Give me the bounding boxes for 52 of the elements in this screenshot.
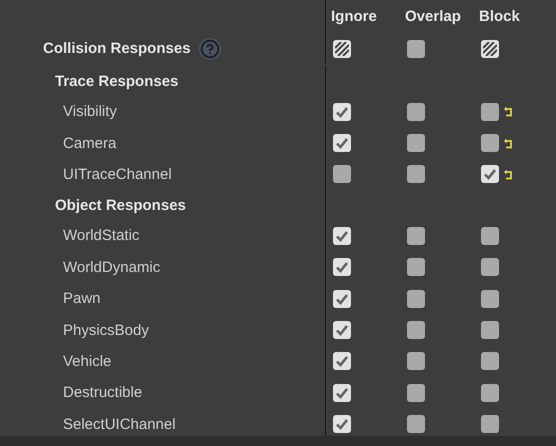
row-label: Destructible — [63, 384, 142, 402]
checkbox[interactable] — [481, 321, 499, 340]
checkbox[interactable] — [407, 226, 425, 245]
row-label: UITraceChannel — [63, 166, 172, 183]
row-label: Vehicle — [63, 352, 112, 370]
checkbox[interactable] — [481, 258, 499, 276]
checkbox[interactable] — [481, 226, 499, 245]
row-label: Camera — [63, 134, 116, 152]
checkbox[interactable] — [407, 102, 425, 121]
checkbox[interactable] — [481, 40, 499, 58]
row-label: WorldStatic — [63, 227, 140, 244]
checkbox[interactable] — [333, 352, 351, 370]
checkbox[interactable] — [333, 165, 351, 184]
reset-arrow-icon[interactable] — [504, 168, 513, 180]
checkbox[interactable] — [407, 134, 425, 152]
section-header[interactable]: Trace Responses — [55, 72, 178, 90]
checkbox[interactable] — [407, 352, 425, 370]
checkbox[interactable] — [333, 384, 351, 402]
row-label: Collision Responses — [43, 40, 191, 57]
checkbox[interactable] — [333, 102, 351, 121]
checkbox[interactable] — [407, 165, 425, 184]
checkbox[interactable] — [481, 415, 499, 434]
checkbox[interactable] — [407, 40, 425, 58]
row-label: SelectUIChannel — [63, 416, 176, 433]
checkbox[interactable] — [407, 290, 425, 308]
checkbox[interactable] — [333, 290, 351, 308]
checkbox[interactable] — [407, 384, 425, 402]
checkbox[interactable] — [481, 134, 499, 152]
row-label: Visibility — [63, 103, 117, 120]
row-label: Pawn — [63, 290, 101, 308]
checkbox[interactable] — [407, 258, 425, 276]
reset-arrow-icon[interactable] — [504, 106, 513, 118]
checkbox[interactable] — [481, 102, 499, 121]
row-label: WorldDynamic — [63, 258, 160, 276]
column-header: Ignore — [331, 8, 378, 25]
checkbox[interactable] — [333, 415, 351, 434]
checkbox[interactable] — [481, 165, 499, 184]
checkbox[interactable] — [481, 384, 499, 402]
checkbox[interactable] — [333, 134, 351, 152]
reset-arrow-icon[interactable] — [504, 138, 513, 149]
checkbox[interactable] — [333, 321, 351, 340]
checkbox[interactable] — [333, 40, 351, 58]
checkbox[interactable] — [333, 258, 351, 276]
checkbox[interactable] — [407, 415, 425, 434]
section-header[interactable]: Object Responses — [55, 196, 186, 214]
column-header: Block — [479, 8, 521, 25]
checkbox[interactable] — [481, 352, 499, 370]
column-header: Overlap — [405, 8, 462, 25]
checkbox[interactable] — [333, 226, 351, 245]
checkbox[interactable] — [407, 321, 425, 340]
checkbox[interactable] — [481, 290, 499, 308]
row-label: PhysicsBody — [63, 322, 149, 339]
